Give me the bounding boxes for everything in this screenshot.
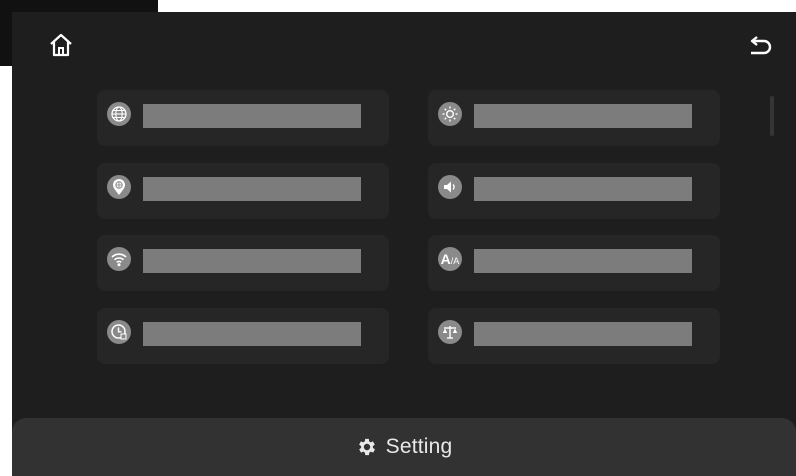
return-icon <box>750 36 772 55</box>
globe-icon <box>107 102 131 126</box>
clock-icon <box>107 320 131 344</box>
setting-label-placeholder <box>474 177 692 201</box>
setting-label-placeholder <box>474 322 692 346</box>
setting-tile-volume[interactable] <box>428 163 720 219</box>
home-icon <box>50 33 72 57</box>
setting-label-placeholder <box>143 104 361 128</box>
wifi-icon <box>107 247 131 271</box>
footer-bar: Setting <box>12 418 796 476</box>
setting-label-placeholder <box>143 322 361 346</box>
scale-icon <box>438 320 462 344</box>
home-button[interactable] <box>46 30 76 60</box>
setting-label-placeholder <box>474 104 692 128</box>
setting-tile-region[interactable] <box>97 163 389 219</box>
volume-icon <box>438 175 462 199</box>
page-title: Setting <box>385 435 453 458</box>
setting-tile-time[interactable] <box>97 308 389 364</box>
back-button[interactable] <box>745 30 775 60</box>
setting-tile-language[interactable] <box>97 90 389 146</box>
setting-tile-brightness[interactable] <box>428 90 720 146</box>
brightness-icon <box>438 102 462 126</box>
device-screen: A/A Setting <box>12 12 796 476</box>
setting-tile-units[interactable] <box>428 308 720 364</box>
setting-label-placeholder <box>143 249 361 273</box>
setting-tile-wifi[interactable] <box>97 235 389 291</box>
location-icon <box>107 175 131 199</box>
setting-label-placeholder <box>474 249 692 273</box>
scrollbar-thumb[interactable] <box>770 96 774 136</box>
font-size-icon: A/A <box>438 247 462 271</box>
setting-label-placeholder <box>143 177 361 201</box>
gear-icon <box>358 438 375 456</box>
font-glyph-large: A <box>440 251 451 267</box>
font-glyph-small: /A <box>450 256 460 266</box>
setting-tile-font-size[interactable]: A/A <box>428 235 720 291</box>
